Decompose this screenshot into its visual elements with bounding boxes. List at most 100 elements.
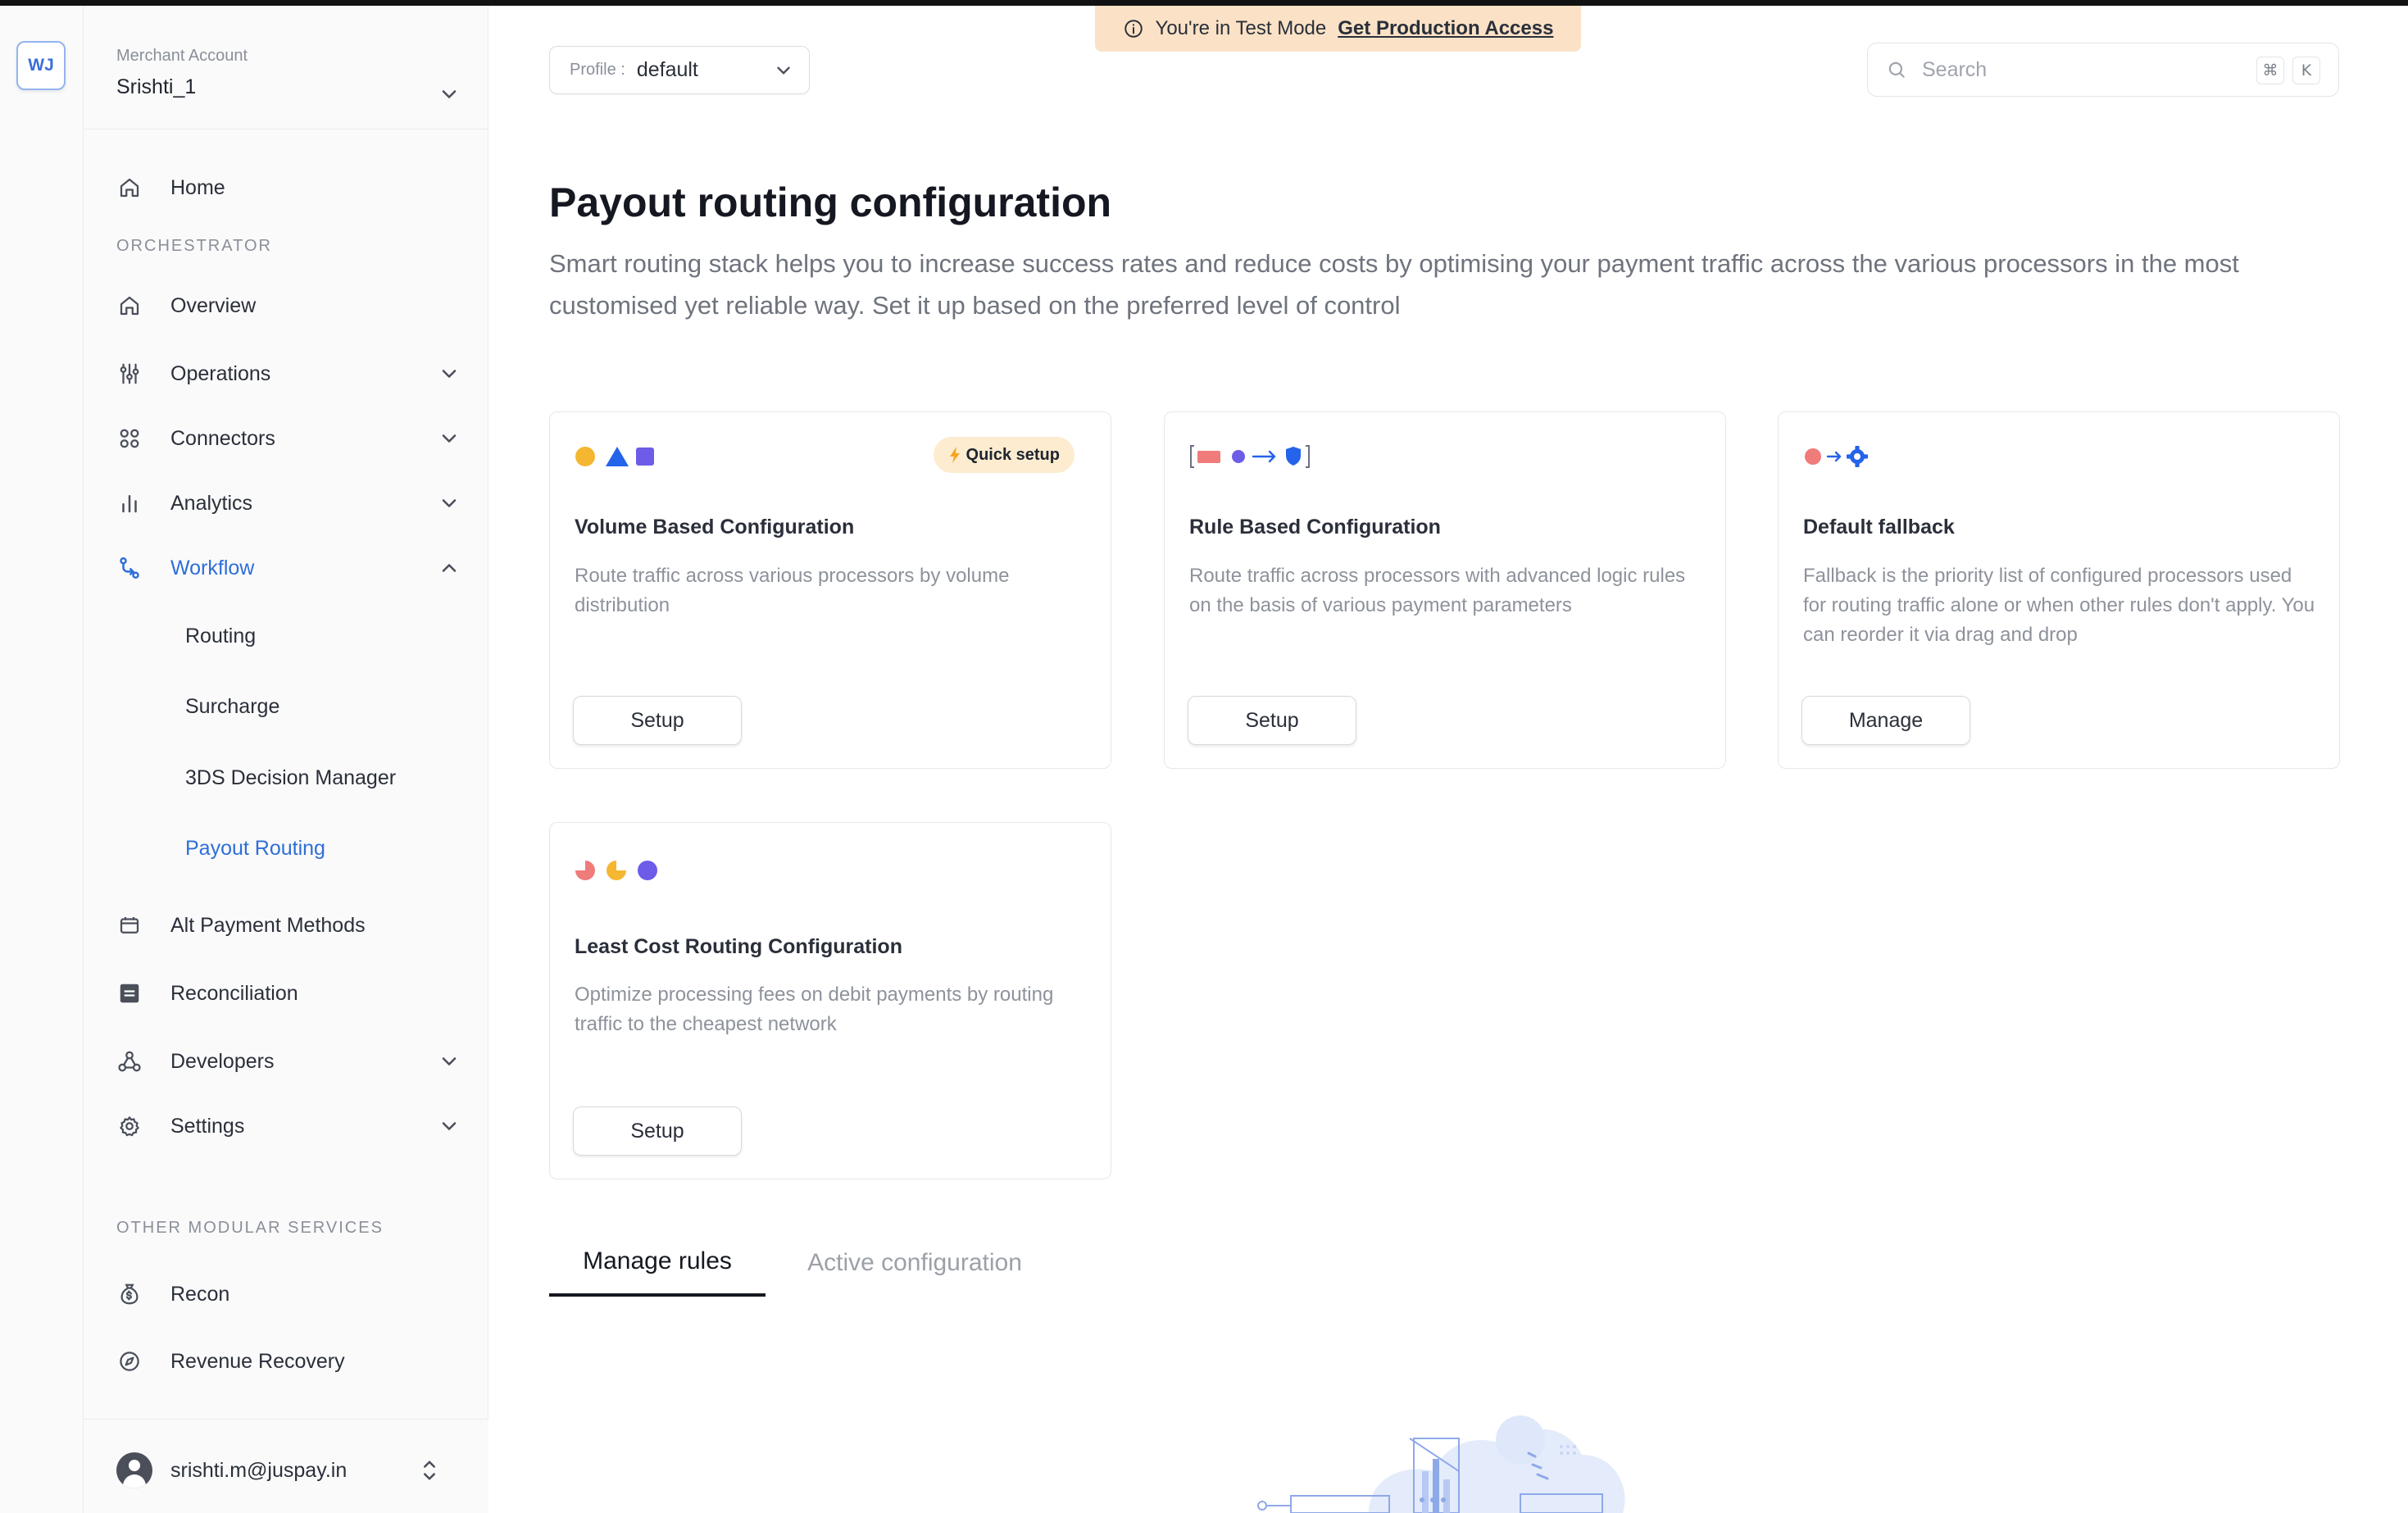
sidebar-item-label: Recon [170, 1282, 230, 1306]
card-least-cost-routing: Least Cost Routing Configuration Optimiz… [549, 822, 1111, 1179]
bolt-icon [949, 447, 960, 463]
setup-button[interactable]: Setup [573, 696, 742, 745]
pie-shapes-icon [575, 861, 657, 880]
chevron-down-icon [442, 90, 457, 98]
card-rule-based: Rule Based Configuration Route traffic a… [1164, 411, 1726, 769]
sidebar-item-developers[interactable]: Developers [116, 1038, 461, 1084]
chevron-down-icon [442, 499, 457, 507]
workspace-rail: WJ [0, 6, 84, 1513]
chevron-down-icon [442, 1122, 457, 1130]
sidebar-item-analytics[interactable]: Analytics [116, 480, 461, 526]
sidebar-item-workflow[interactable]: Workflow [116, 545, 461, 591]
rule-flow-icon [1190, 445, 1310, 468]
chevron-down-icon [442, 1057, 457, 1065]
ledger-icon [116, 980, 143, 1006]
sidebar-item-label: Overview [170, 293, 257, 317]
sidebar-item-label: Analytics [170, 491, 253, 515]
sidebar-item-reconciliation[interactable]: Reconciliation [116, 970, 461, 1016]
home-icon [116, 293, 143, 319]
grid-icon [116, 425, 143, 452]
profile-value: default [636, 58, 698, 81]
sidebar-subitem-routing[interactable]: Routing [185, 625, 256, 648]
sidebar-item-label: Revenue Recovery [170, 1349, 345, 1373]
card-title: Least Cost Routing Configuration [575, 935, 902, 958]
chevron-down-icon [777, 66, 790, 75]
profile-label: Profile : [570, 61, 625, 79]
sidebar: Merchant Account Srishti_1 Home ORCHESTR… [84, 6, 488, 1513]
tab-active-configuration[interactable]: Active configuration [792, 1229, 1038, 1297]
page-title: Payout routing configuration [549, 179, 1112, 225]
test-mode-banner: You're in Test Mode Get Production Acces… [1095, 6, 1581, 52]
user-email: srishti.m@juspay.in [170, 1459, 348, 1482]
sidebar-item-alt-payment-methods[interactable]: Alt Payment Methods [116, 902, 461, 948]
sidebar-item-label: Alt Payment Methods [170, 913, 366, 937]
section-heading-orchestrator: ORCHESTRATOR [116, 237, 272, 255]
quick-setup-badge: Quick setup [933, 437, 1075, 473]
chevron-up-icon [442, 564, 457, 572]
sidebar-item-operations[interactable]: Operations [116, 351, 461, 397]
quick-setup-label: Quick setup [965, 445, 1060, 464]
chevron-updown-icon [424, 1461, 435, 1480]
sidebar-item-overview[interactable]: Overview [116, 283, 461, 329]
wallet-icon [116, 912, 143, 938]
card-title: Rule Based Configuration [1189, 516, 1441, 538]
empty-state-illustration [1257, 1415, 1625, 1513]
sidebar-subitem-3ds-decision-manager[interactable]: 3DS Decision Manager [185, 766, 396, 790]
home-icon [116, 175, 143, 201]
merchant-account-label: Merchant Account [116, 47, 248, 65]
gear-icon [116, 1113, 143, 1139]
workflow-icon [116, 555, 143, 581]
fallback-icon [1805, 446, 1868, 467]
setup-button[interactable]: Setup [573, 1106, 742, 1156]
chevron-down-icon [442, 370, 457, 378]
sidebar-item-label: Workflow [170, 556, 255, 579]
workspace-badge[interactable]: WJ [16, 41, 66, 90]
sidebar-item-connectors[interactable]: Connectors [116, 416, 461, 461]
sliders-icon [116, 361, 143, 387]
card-default-fallback: Default fallback Fallback is the priorit… [1778, 411, 2340, 769]
card-description: Route traffic across processors with adv… [1189, 565, 1686, 616]
shortcut-key-k: K [2292, 57, 2320, 84]
money-bag-icon [116, 1281, 143, 1307]
shapes-icon [575, 447, 654, 466]
sidebar-subitem-surcharge[interactable]: Surcharge [185, 695, 279, 719]
sidebar-subitem-payout-routing[interactable]: Payout Routing [185, 837, 325, 861]
sidebar-item-label: Home [170, 175, 225, 199]
sidebar-item-label: Developers [170, 1049, 275, 1073]
search-icon [1888, 61, 1905, 78]
card-volume-based: Quick setup Volume Based Configuration R… [549, 411, 1111, 769]
user-menu[interactable]: srishti.m@juspay.in [84, 1419, 488, 1513]
section-heading-other-services: OTHER MODULAR SERVICES [116, 1219, 384, 1237]
avatar [116, 1452, 152, 1488]
setup-button[interactable]: Setup [1188, 696, 1356, 745]
sidebar-item-label: Connectors [170, 426, 275, 450]
merchant-name: Srishti_1 [116, 75, 197, 98]
info-icon [1124, 20, 1143, 38]
manage-button[interactable]: Manage [1801, 696, 1970, 745]
test-mode-text: You're in Test Mode [1155, 17, 1327, 39]
sidebar-item-label: Operations [170, 361, 271, 385]
sidebar-item-label: Settings [170, 1114, 245, 1138]
search-input[interactable]: Search ⌘ K [1867, 43, 2339, 97]
merchant-switcher[interactable]: Merchant Account Srishti_1 [116, 47, 461, 99]
card-description: Fallback is the priority list of configu… [1803, 565, 2315, 646]
sidebar-item-label: Reconciliation [170, 981, 298, 1005]
window-top-edge [0, 0, 2408, 6]
card-title: Volume Based Configuration [575, 516, 855, 538]
shortcut-key-cmd: ⌘ [2256, 57, 2284, 84]
profile-select[interactable]: Profile : default [549, 46, 810, 94]
sidebar-item-settings[interactable]: Settings [116, 1103, 461, 1149]
tab-manage-rules[interactable]: Manage rules [549, 1229, 766, 1297]
compass-icon [116, 1348, 143, 1374]
chevron-down-icon [442, 434, 457, 443]
rules-tabs: Manage rules Active configuration [549, 1229, 1369, 1297]
sidebar-item-home[interactable]: Home [116, 165, 461, 211]
get-production-access-link[interactable]: Get Production Access [1338, 17, 1553, 40]
card-description: Optimize processing fees on debit paymen… [575, 984, 1054, 1035]
page-description: Smart routing stack helps you to increas… [549, 249, 2239, 320]
webhook-icon [116, 1048, 143, 1075]
sidebar-item-revenue-recovery[interactable]: Revenue Recovery [116, 1338, 461, 1384]
sidebar-item-recon[interactable]: Recon [116, 1271, 461, 1317]
card-description: Route traffic across various processors … [575, 565, 1010, 616]
card-title: Default fallback [1803, 516, 1955, 538]
